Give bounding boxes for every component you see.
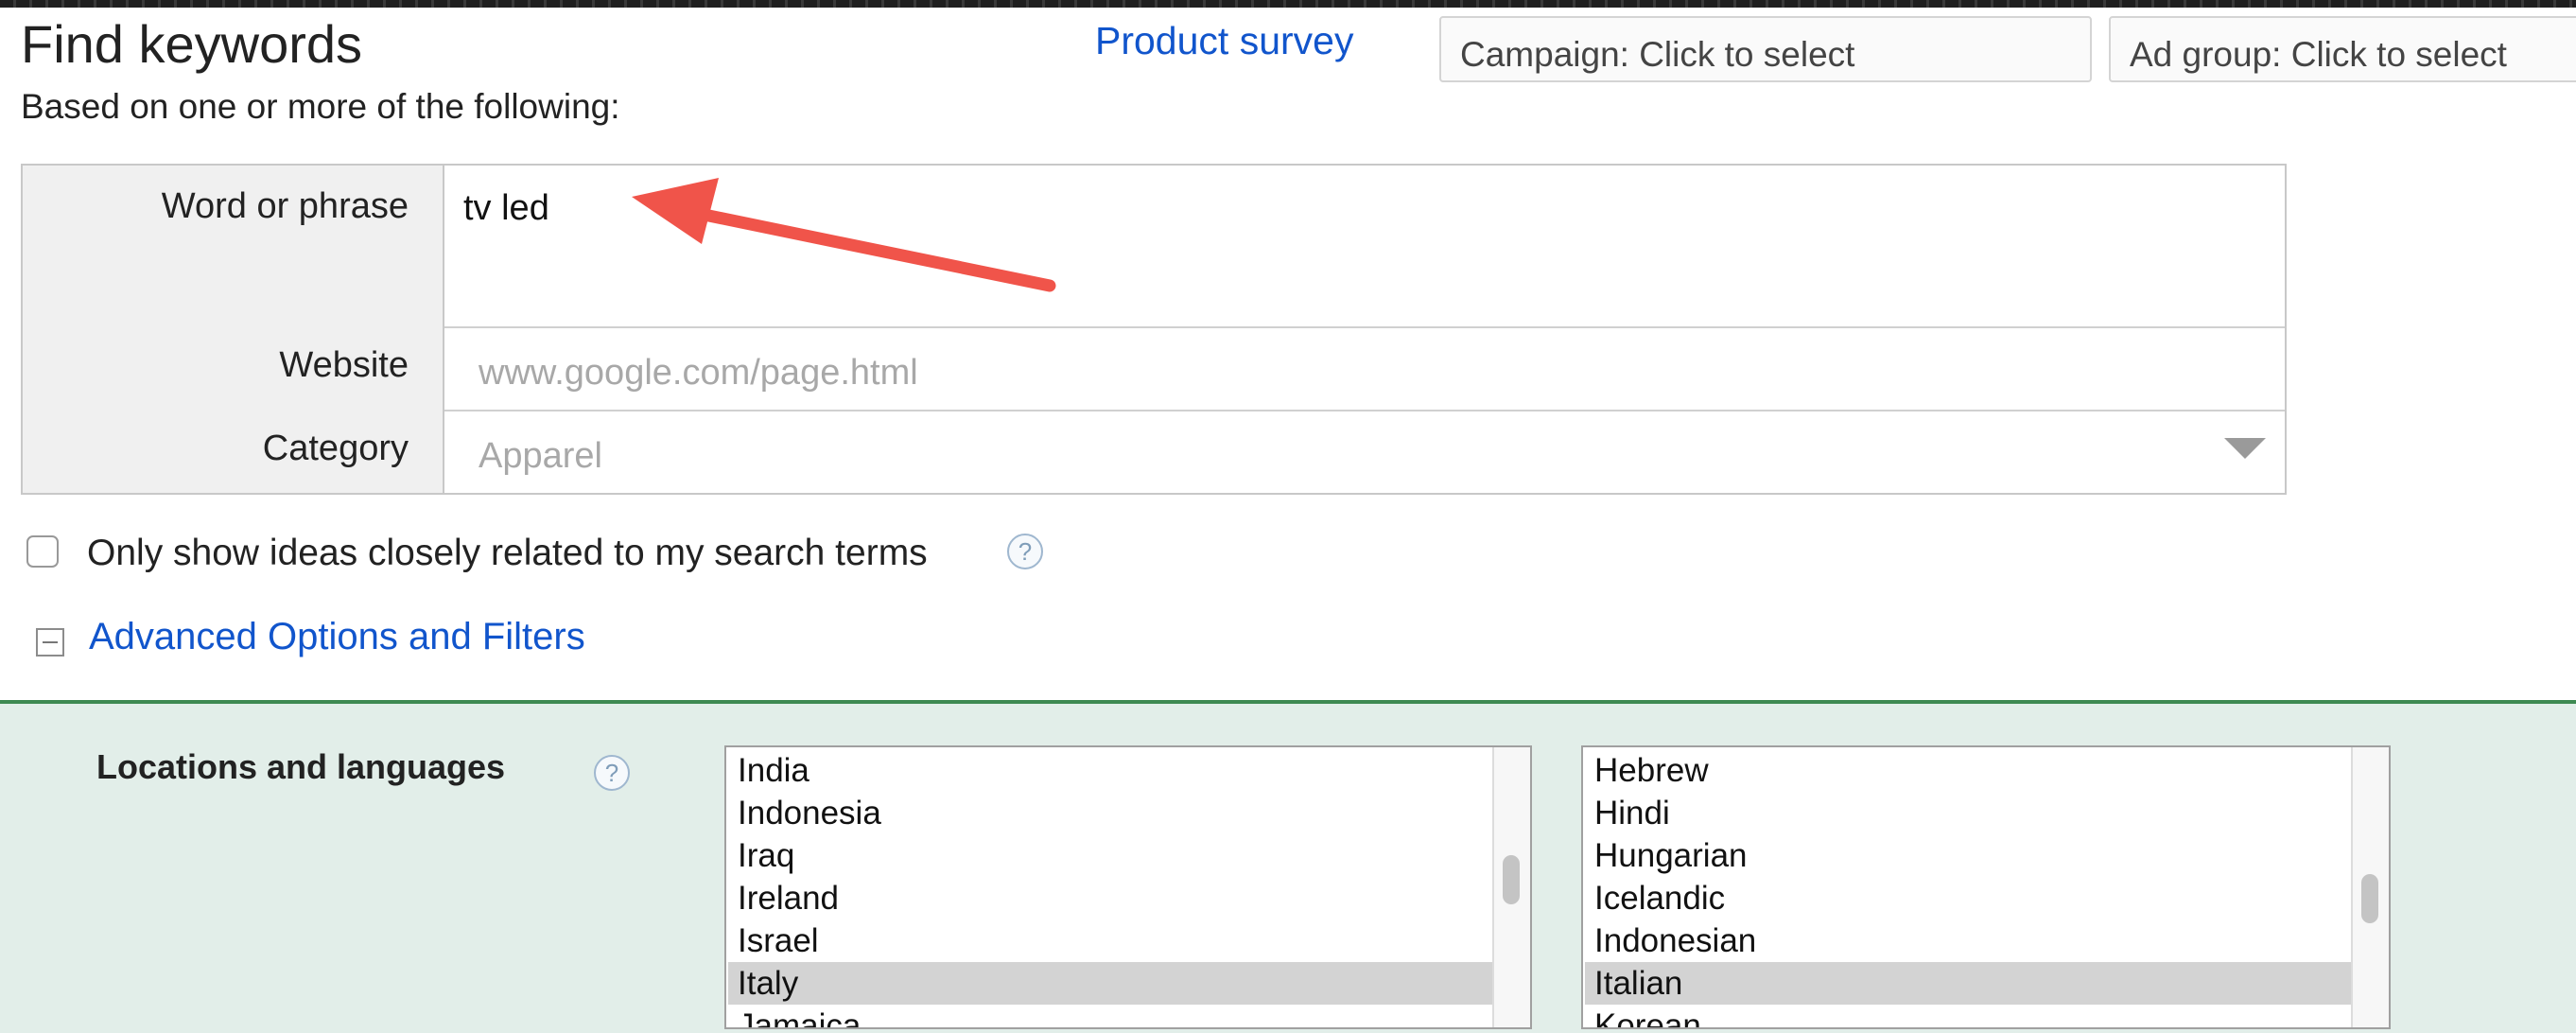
language-option[interactable]: Hungarian	[1585, 834, 2351, 877]
scrollbar[interactable]	[2351, 747, 2389, 1027]
closely-related-checkbox[interactable]	[26, 535, 59, 568]
locations-options: India Indonesia Iraq Ireland Israel Ital…	[726, 749, 1492, 1027]
language-option[interactable]: Icelandic	[1585, 877, 2351, 919]
arrow-head	[632, 178, 719, 244]
language-option[interactable]: Korean	[1585, 1005, 2351, 1027]
arrow-shaft	[688, 206, 1056, 292]
location-option[interactable]: Iraq	[728, 834, 1492, 877]
help-icon[interactable]: ?	[1007, 534, 1043, 569]
advanced-options-link[interactable]: Advanced Options and Filters	[89, 616, 585, 658]
location-option[interactable]: Ireland	[728, 877, 1492, 919]
language-option[interactable]: Indonesian	[1585, 919, 2351, 962]
location-option[interactable]: Indonesia	[728, 792, 1492, 834]
languages-listbox[interactable]: Hebrew Hindi Hungarian Icelandic Indones…	[1581, 745, 2391, 1029]
collapse-icon[interactable]	[36, 628, 64, 657]
locations-listbox[interactable]: India Indonesia Iraq Ireland Israel Ital…	[724, 745, 1532, 1029]
locations-and-languages-label: Locations and languages	[96, 747, 506, 786]
closely-related-label: Only show ideas closely related to my se…	[87, 533, 928, 573]
help-icon[interactable]: ?	[594, 755, 630, 791]
scrollbar-thumb[interactable]	[2361, 874, 2378, 923]
languages-options: Hebrew Hindi Hungarian Icelandic Indones…	[1583, 749, 2351, 1027]
scrollbar-thumb[interactable]	[1503, 855, 1520, 904]
language-option[interactable]: Hebrew	[1585, 749, 2351, 792]
language-option-selected[interactable]: Italian	[1585, 962, 2351, 1005]
location-option[interactable]: India	[728, 749, 1492, 792]
location-option[interactable]: Israel	[728, 919, 1492, 962]
location-option-selected[interactable]: Italy	[728, 962, 1492, 1005]
location-option[interactable]: Jamaica	[728, 1005, 1492, 1027]
language-option[interactable]: Hindi	[1585, 792, 2351, 834]
scrollbar[interactable]	[1492, 747, 1530, 1027]
